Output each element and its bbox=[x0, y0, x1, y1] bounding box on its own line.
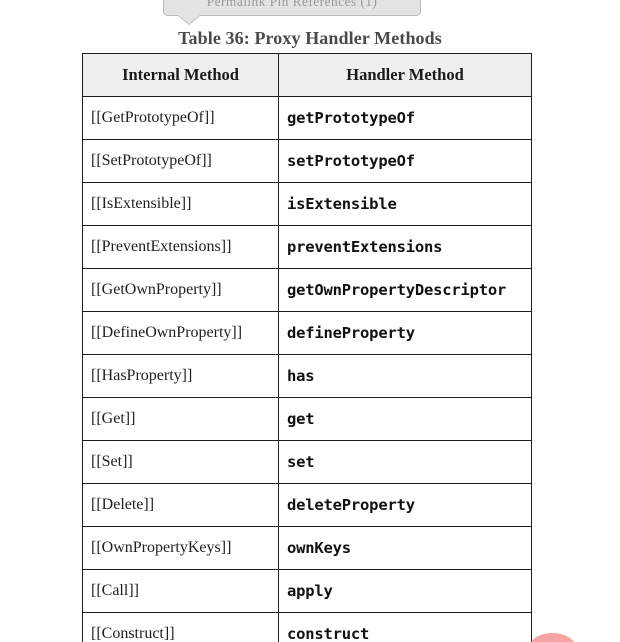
column-header-handler-method: Handler Method bbox=[278, 53, 532, 97]
table-row: [[DefineOwnProperty]] defineProperty bbox=[82, 311, 532, 355]
permalink-popup-label[interactable]: Permalink Pin References (1) bbox=[163, 0, 421, 16]
cell-handler-method: deleteProperty bbox=[278, 483, 532, 527]
cell-internal-method: [[PreventExtensions]] bbox=[82, 225, 279, 269]
cell-internal-method: [[GetPrototypeOf]] bbox=[82, 96, 279, 140]
cell-handler-method: ownKeys bbox=[278, 526, 532, 570]
table-row: [[Set]] set bbox=[82, 440, 532, 484]
cell-handler-method: apply bbox=[278, 569, 532, 613]
cell-handler-method: setPrototypeOf bbox=[278, 139, 532, 183]
table-caption: Table 36: Proxy Handler Methods bbox=[178, 28, 442, 48]
table-row: [[OwnPropertyKeys]] ownKeys bbox=[82, 526, 532, 570]
cell-internal-method: [[SetPrototypeOf]] bbox=[82, 139, 279, 183]
cell-handler-method: defineProperty bbox=[278, 311, 532, 355]
cell-handler-method: has bbox=[278, 354, 532, 398]
table-header-row: Internal Method Handler Method bbox=[82, 53, 532, 97]
table-row: [[Delete]] deleteProperty bbox=[82, 483, 532, 527]
table-row: [[PreventExtensions]] preventExtensions bbox=[82, 225, 532, 269]
column-header-internal-method: Internal Method bbox=[82, 53, 279, 97]
floating-action-blob[interactable] bbox=[529, 633, 576, 642]
cell-internal-method: [[OwnPropertyKeys]] bbox=[82, 526, 279, 570]
cell-handler-method: getPrototypeOf bbox=[278, 96, 532, 140]
cell-internal-method: [[Set]] bbox=[82, 440, 279, 484]
cell-internal-method: [[Construct]] bbox=[82, 612, 279, 642]
cell-internal-method: [[IsExtensible]] bbox=[82, 182, 279, 226]
cell-internal-method: [[Delete]] bbox=[82, 483, 279, 527]
proxy-handler-table: Internal Method Handler Method [[GetProt… bbox=[82, 53, 532, 642]
permalink-popup[interactable]: Permalink Pin References (1) bbox=[163, 0, 421, 24]
cell-handler-method: preventExtensions bbox=[278, 225, 532, 269]
cell-internal-method: [[GetOwnProperty]] bbox=[82, 268, 279, 312]
table-body: [[GetPrototypeOf]] getPrototypeOf [[SetPro… bbox=[82, 96, 532, 642]
table-row: [[Get]] get bbox=[82, 397, 532, 441]
table-row: [[SetPrototypeOf]] setPrototypeOf bbox=[82, 139, 532, 183]
cell-handler-method: construct bbox=[278, 612, 532, 642]
cell-internal-method: [[Call]] bbox=[82, 569, 279, 613]
table-row: [[Call]] apply bbox=[82, 569, 532, 613]
table-row: [[IsExtensible]] isExtensible bbox=[82, 182, 532, 226]
cell-internal-method: [[HasProperty]] bbox=[82, 354, 279, 398]
cell-internal-method: [[DefineOwnProperty]] bbox=[82, 311, 279, 355]
cell-handler-method: set bbox=[278, 440, 532, 484]
table-header: Internal Method Handler Method bbox=[82, 53, 532, 97]
table-row: [[Construct]] construct bbox=[82, 612, 532, 642]
cell-internal-method: [[Get]] bbox=[82, 397, 279, 441]
cell-handler-method: get bbox=[278, 397, 532, 441]
cell-handler-method: isExtensible bbox=[278, 182, 532, 226]
cell-handler-method: getOwnPropertyDescriptor bbox=[278, 268, 532, 312]
popup-tail-arrow-icon bbox=[178, 15, 200, 24]
proxy-handler-table-container: Internal Method Handler Method [[GetProt… bbox=[82, 53, 532, 642]
table-row: [[GetOwnProperty]] getOwnPropertyDescript… bbox=[82, 268, 532, 312]
table-row: [[GetPrototypeOf]] getPrototypeOf bbox=[82, 96, 532, 140]
table-row: [[HasProperty]] has bbox=[82, 354, 532, 398]
